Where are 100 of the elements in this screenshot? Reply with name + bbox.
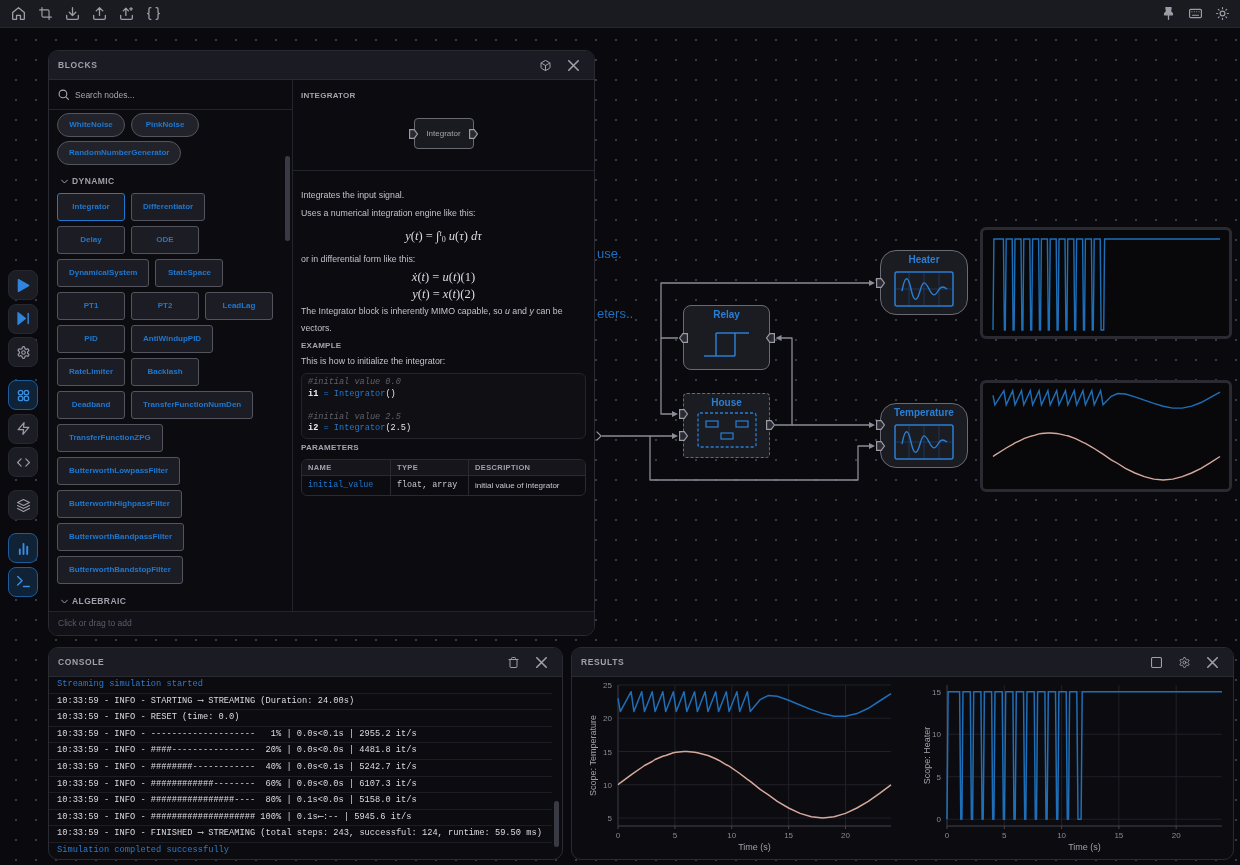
block-item[interactable]: WhiteNoise bbox=[57, 113, 125, 137]
settings-icon bbox=[16, 345, 30, 359]
pin-icon[interactable] bbox=[1162, 7, 1175, 20]
toolbar-button[interactable] bbox=[8, 303, 38, 334]
log-line: 10:33:59 - INFO - FINISHED ⟶ STREAMING (total steps: 243, successful: 124, runtime: 59.50 ms) bbox=[49, 826, 552, 843]
tick-label: 10 bbox=[603, 780, 612, 790]
chevron-down-icon[interactable] bbox=[61, 178, 68, 185]
block-item[interactable]: ButterworthBandstopFilter bbox=[57, 556, 183, 584]
axis-title: Time (s) bbox=[1068, 842, 1101, 852]
block-item[interactable]: PT2 bbox=[131, 292, 199, 320]
crop-icon[interactable] bbox=[39, 7, 52, 20]
math-formula: y(t) = x(t)(2) bbox=[412, 286, 475, 303]
description-text: or in differential form like this: bbox=[301, 253, 416, 266]
block-item[interactable]: ButterworthHighpassFilter bbox=[57, 490, 182, 518]
input-port-icon[interactable] bbox=[678, 409, 688, 419]
output-port-icon[interactable] bbox=[678, 333, 688, 343]
tick-label: 5 bbox=[936, 772, 941, 782]
axis-title: Time (s) bbox=[738, 842, 771, 852]
home-icon[interactable] bbox=[12, 7, 25, 20]
block-item[interactable]: StateSpace bbox=[155, 259, 224, 287]
download-icon[interactable] bbox=[66, 7, 79, 20]
toolbar-button[interactable] bbox=[8, 413, 38, 444]
subsystem-icon bbox=[696, 412, 757, 448]
log-line: 10:33:59 - INFO - #################### 100% | 0.1s⟵:-- | 5945.6 it/s bbox=[49, 809, 552, 827]
block-item[interactable]: Integrator bbox=[57, 193, 125, 221]
close-button[interactable] bbox=[534, 654, 549, 670]
close-icon bbox=[568, 59, 579, 71]
section-heading: EXAMPLE bbox=[301, 340, 342, 352]
block-item[interactable]: TransferFunctionNumDen bbox=[131, 391, 254, 419]
close-button[interactable] bbox=[566, 57, 581, 73]
layers-icon bbox=[16, 498, 30, 512]
close-button[interactable] bbox=[1205, 654, 1220, 670]
panel-title: RESULTS bbox=[581, 655, 625, 669]
block-item[interactable]: RandomNumberGenerator bbox=[57, 141, 182, 165]
input-port-icon[interactable] bbox=[678, 431, 688, 441]
search-field[interactable]: Search nodes... bbox=[75, 86, 284, 103]
close-icon bbox=[536, 656, 547, 668]
cube-button[interactable] bbox=[538, 57, 553, 73]
code-comment: #initial value 0.0 bbox=[308, 377, 401, 389]
block-item[interactable]: Backlash bbox=[131, 358, 199, 386]
section-heading: DYNAMIC bbox=[72, 175, 115, 188]
diagram-node[interactable]: Heater bbox=[880, 250, 968, 315]
output-port-icon[interactable] bbox=[596, 431, 602, 441]
keyboard-icon[interactable] bbox=[1189, 7, 1202, 20]
description-text: Uses a numerical integration engine like this: bbox=[301, 207, 476, 220]
maximize-icon bbox=[1151, 656, 1162, 668]
block-item[interactable]: ButterworthLowpassFilter bbox=[57, 457, 181, 485]
axis-title: Scope: Temperature bbox=[588, 715, 598, 796]
block-item[interactable]: TransferFunctionZPG bbox=[57, 424, 163, 452]
settings-button[interactable] bbox=[1177, 654, 1192, 670]
toolbar-button[interactable] bbox=[8, 490, 38, 520]
toolbar-button[interactable] bbox=[8, 337, 38, 367]
block-item[interactable]: RateLimiter bbox=[57, 358, 125, 386]
block-item[interactable]: LeadLag bbox=[205, 292, 273, 320]
scrollbar-thumb[interactable] bbox=[554, 801, 559, 847]
tick-label: 15 bbox=[932, 687, 941, 697]
tick-label: 5 bbox=[672, 831, 678, 840]
block-item[interactable]: Deadband bbox=[57, 391, 125, 419]
upload-icon[interactable] bbox=[93, 7, 106, 20]
output-port-icon[interactable] bbox=[469, 128, 478, 139]
section-heading: ALGEBRAIC bbox=[72, 595, 127, 608]
search-icon bbox=[58, 89, 69, 100]
tick-label: 20 bbox=[603, 714, 612, 724]
section-heading: PARAMETERS bbox=[301, 441, 359, 454]
input-port-icon[interactable] bbox=[409, 128, 418, 139]
block-item[interactable]: DynamicalSystem bbox=[57, 259, 150, 287]
toolbar-button[interactable] bbox=[8, 533, 38, 563]
sun-icon[interactable] bbox=[1216, 7, 1229, 20]
toolbar-button[interactable] bbox=[8, 566, 38, 597]
skip-forward-icon bbox=[16, 312, 30, 325]
toolbar-button[interactable] bbox=[8, 380, 38, 410]
block-item[interactable]: Differentiator bbox=[131, 193, 206, 221]
table-cell-text: initial_value bbox=[307, 478, 375, 492]
trash-button[interactable] bbox=[506, 654, 521, 670]
maximize-button[interactable] bbox=[1149, 654, 1164, 670]
block-item[interactable]: Delay bbox=[57, 226, 125, 254]
block-item[interactable]: AntiWindupPID bbox=[131, 325, 214, 353]
status-message: Streaming simulation started bbox=[49, 677, 552, 694]
code-line: i1 = Integrator() bbox=[308, 388, 396, 400]
diagram-node[interactable]: Relay bbox=[683, 305, 770, 370]
input-port-icon[interactable] bbox=[875, 441, 885, 451]
input-port-icon[interactable] bbox=[875, 420, 885, 430]
node-label: House bbox=[711, 397, 742, 409]
block-item[interactable]: PID bbox=[57, 325, 125, 353]
scrollbar-thumb[interactable] bbox=[285, 156, 290, 241]
block-item[interactable]: ODE bbox=[131, 226, 199, 254]
braces-icon[interactable] bbox=[147, 7, 160, 20]
block-item[interactable]: PinkNoise bbox=[131, 113, 199, 137]
block-item[interactable]: ButterworthBandpassFilter bbox=[57, 523, 185, 551]
code-comment: #initial value 2.5 bbox=[308, 411, 401, 423]
block-preview[interactable]: Integrator bbox=[413, 118, 474, 149]
toolbar-button[interactable] bbox=[8, 270, 38, 300]
chevron-down-icon[interactable] bbox=[61, 598, 68, 605]
block-item[interactable]: PT1 bbox=[57, 292, 125, 320]
input-port-icon[interactable] bbox=[765, 333, 775, 343]
output-port-icon[interactable] bbox=[765, 420, 775, 430]
diagram-node[interactable]: Temperature bbox=[880, 403, 968, 468]
diagram-node[interactable]: House bbox=[683, 393, 770, 458]
input-port-icon[interactable] bbox=[875, 278, 885, 288]
upload-icon[interactable] bbox=[120, 7, 133, 20]
